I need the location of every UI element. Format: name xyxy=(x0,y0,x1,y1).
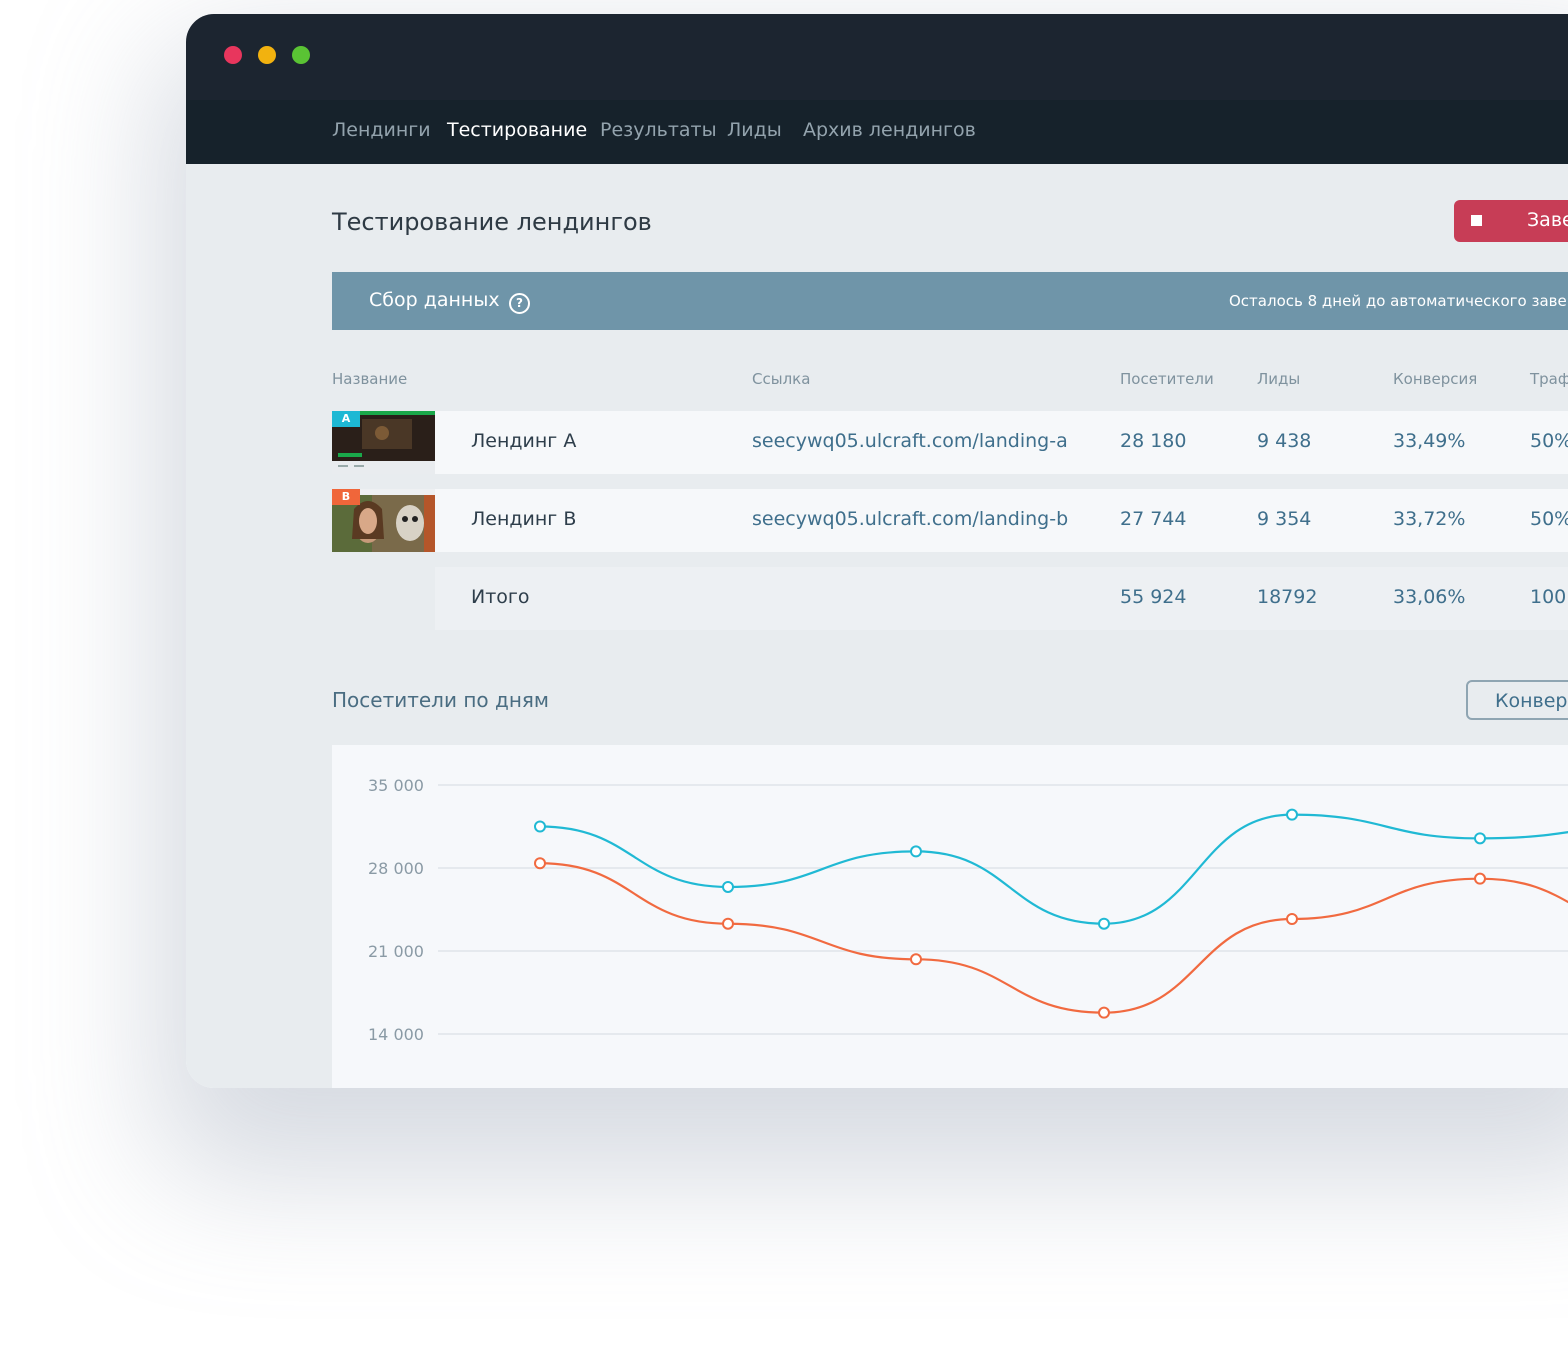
landing-a-leads: 9 438 xyxy=(1257,430,1312,452)
landing-a-name[interactable]: Лендинг A xyxy=(471,430,576,452)
conversion-toggle-button[interactable]: Конвер xyxy=(1466,680,1568,720)
landing-a-conversion: 33,49% xyxy=(1393,430,1466,452)
column-header-name: Название xyxy=(332,370,408,388)
landing-b-name[interactable]: Лендинг B xyxy=(471,508,576,530)
series-2-point-2[interactable] xyxy=(722,917,734,930)
column-header-conversion: Конверсия xyxy=(1393,370,1478,388)
landing-b-leads: 9 354 xyxy=(1257,508,1312,530)
conversion-toggle-label: Конвер xyxy=(1495,690,1568,712)
table-row[interactable]: Лендинг B seecywq05.ulcraft.com/landing-… xyxy=(435,489,1568,552)
total-traffic: 100 xyxy=(1530,586,1567,608)
column-header-visitors: Посетители xyxy=(1120,370,1214,388)
landing-a-link[interactable]: seecywq05.ulcraft.com/landing-a xyxy=(752,430,1068,452)
visitors-chart-panel: 35 000 28 000 21 000 14 000 xyxy=(332,745,1568,1088)
days-remaining-text: Осталось 8 дней до автоматического заве xyxy=(1229,292,1567,310)
landing-a-thumbnail[interactable]: A xyxy=(332,411,435,474)
landing-b-link[interactable]: seecywq05.ulcraft.com/landing-b xyxy=(752,508,1068,530)
total-visitors: 55 924 xyxy=(1120,586,1187,608)
nav-item-results[interactable]: Результаты xyxy=(600,119,717,141)
maximize-window-dot[interactable] xyxy=(292,46,310,64)
series-1-point-3[interactable] xyxy=(910,845,922,858)
series-1-point-1[interactable] xyxy=(534,820,546,833)
nav-item-testing[interactable]: Тестирование xyxy=(447,119,587,141)
landing-a-visitors: 28 180 xyxy=(1120,430,1187,452)
nav-item-archive[interactable]: Архив лендингов xyxy=(803,119,976,141)
close-window-dot[interactable] xyxy=(224,46,242,64)
visitors-line-chart: 35 000 28 000 21 000 14 000 xyxy=(368,776,1568,1044)
finish-test-button[interactable]: Заве xyxy=(1454,200,1568,242)
series-2-point-1[interactable] xyxy=(534,857,546,870)
minimize-window-dot[interactable] xyxy=(258,46,276,64)
landing-b-traffic: 50% xyxy=(1530,508,1568,530)
table-total-row: Итого 55 924 18792 33,06% 100 xyxy=(435,567,1568,630)
landing-a-traffic: 50% xyxy=(1530,430,1568,452)
total-conversion: 33,06% xyxy=(1393,586,1466,608)
help-icon[interactable]: ? xyxy=(509,293,530,314)
nav-item-leads[interactable]: Лиды xyxy=(727,119,782,141)
series-2-point-4[interactable] xyxy=(1098,1006,1110,1019)
series-line-1 xyxy=(539,813,1568,925)
nav-item-landings[interactable]: Лендинги xyxy=(332,119,431,141)
variant-badge-b: B xyxy=(332,489,360,505)
series-1-point-2[interactable] xyxy=(722,880,734,893)
series-1-point-5[interactable] xyxy=(1286,808,1298,821)
total-label: Итого xyxy=(471,586,530,608)
column-header-link: Ссылка xyxy=(752,370,811,388)
total-leads: 18792 xyxy=(1257,586,1318,608)
title-bar xyxy=(186,14,1568,100)
column-header-leads: Лиды xyxy=(1257,370,1301,388)
status-label: Сбор данных xyxy=(369,289,500,311)
series-2-point-3[interactable] xyxy=(910,953,922,966)
series-2-point-6[interactable] xyxy=(1474,872,1486,885)
data-collection-status-bar: Сбор данных ? Осталось 8 дней до автомат… xyxy=(332,272,1568,330)
landing-b-visitors: 27 744 xyxy=(1120,508,1187,530)
series-line-2 xyxy=(539,862,1568,1014)
column-header-traffic: Траф xyxy=(1530,370,1568,388)
landing-b-thumbnail[interactable]: B xyxy=(332,489,435,552)
landing-b-conversion: 33,72% xyxy=(1393,508,1466,530)
y-axis-tick-label: 35 000 xyxy=(368,776,424,795)
y-axis-tick-label: 28 000 xyxy=(368,859,424,878)
stop-icon xyxy=(1471,215,1482,226)
table-row[interactable]: Лендинг A seecywq05.ulcraft.com/landing-… xyxy=(435,411,1568,474)
y-axis-tick-label: 21 000 xyxy=(368,942,424,961)
y-axis-tick-label: 14 000 xyxy=(368,1025,424,1044)
top-navigation: Лендинги Тестирование Результаты Лиды Ар… xyxy=(186,100,1568,164)
finish-test-button-label: Заве xyxy=(1527,209,1568,231)
series-1-point-4[interactable] xyxy=(1098,917,1110,930)
visitors-by-day-title: Посетители по дням xyxy=(332,688,550,712)
series-1-point-6[interactable] xyxy=(1474,832,1486,845)
variant-badge-a: A xyxy=(332,411,360,427)
page-title: Тестирование лендингов xyxy=(332,208,652,236)
series-2-point-5[interactable] xyxy=(1286,912,1298,925)
app-window: Лендинги Тестирование Результаты Лиды Ар… xyxy=(186,14,1568,1088)
